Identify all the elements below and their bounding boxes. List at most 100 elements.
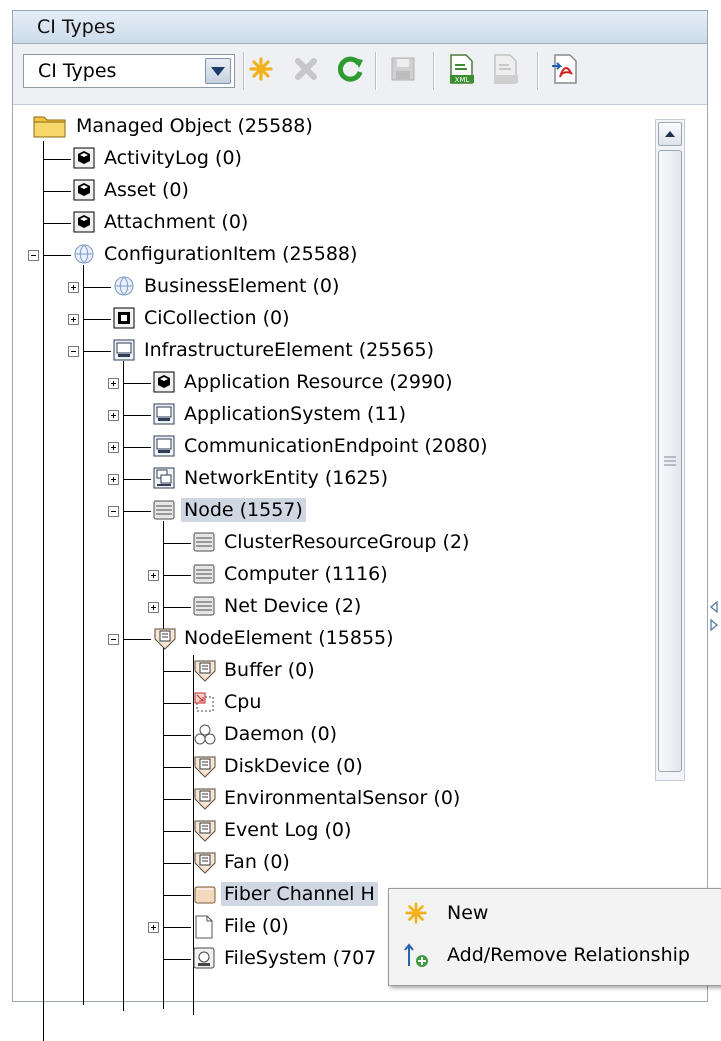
tree-node-cicollection[interactable]: CiCollection (0) <box>113 303 292 333</box>
tree-node-daemon[interactable]: Daemon (0) <box>193 719 340 749</box>
element-icon <box>193 755 216 778</box>
tree-node-managed-object[interactable]: Managed Object (25588) <box>33 111 316 141</box>
monitor-icon <box>113 339 135 361</box>
ci-type-tree[interactable]: Managed Object (25588) ActivityLog (0) Ass… <box>13 105 707 1041</box>
tree-node-label: ActivityLog (0) <box>104 147 242 169</box>
new-button[interactable] <box>244 52 278 86</box>
ci-types-combo[interactable]: CI Types <box>23 54 235 88</box>
panel-splitter[interactable] <box>708 598 720 638</box>
tree-node-environmentalsensor[interactable]: EnvironmentalSensor (0) <box>193 783 463 813</box>
tree-node-networkentity[interactable]: NetworkEntity (1625) <box>153 463 391 493</box>
tree-connector <box>163 767 191 768</box>
menu-item-add-remove-relationship[interactable]: Add/Remove Relationship <box>389 935 721 975</box>
scrollbar-thumb[interactable] <box>658 150 682 772</box>
tree-node-buffer[interactable]: Buffer (0) <box>193 655 318 685</box>
tree-node-application-resource[interactable]: Application Resource (2990) <box>153 367 456 397</box>
tree-connector <box>163 735 191 736</box>
expand-toggle-icon[interactable] <box>148 922 159 933</box>
delete-button[interactable] <box>289 52 323 86</box>
tree-node-label: Fiber Channel H <box>221 882 378 906</box>
collapse-toggle-icon[interactable] <box>68 346 79 357</box>
tree-connector <box>163 799 191 800</box>
menu-item-label: Add/Remove Relationship <box>447 944 690 966</box>
expand-toggle-icon[interactable] <box>68 314 79 325</box>
tree-node-node[interactable]: Node (1557) <box>153 495 306 525</box>
tree-node-cpu[interactable]: Cpu <box>193 687 264 717</box>
tree-node-label: Event Log (0) <box>224 819 352 841</box>
expand-toggle-icon[interactable] <box>68 282 79 293</box>
expand-toggle-icon[interactable] <box>108 378 119 389</box>
import-xml-button[interactable] <box>489 52 523 86</box>
server-icon <box>193 531 215 553</box>
export-pdf-button[interactable] <box>549 52 583 86</box>
tree-node-label: Fan (0) <box>224 851 290 873</box>
refresh-button[interactable] <box>333 52 367 86</box>
tree-connector <box>163 927 191 928</box>
tree-guide-line <box>83 265 84 1005</box>
tree-node-nodeelement[interactable]: NodeElement (15855) <box>153 623 397 653</box>
expand-toggle-icon[interactable] <box>108 442 119 453</box>
fiber-icon <box>193 883 216 905</box>
tree-node-filesystem-707[interactable]: FileSystem (707 <box>193 943 379 973</box>
tree-node-businesselement[interactable]: BusinessElement (0) <box>113 271 342 301</box>
tree-node-label: CiCollection (0) <box>144 307 290 329</box>
toolbar-separator <box>375 52 376 90</box>
expand-toggle-icon[interactable] <box>148 602 159 613</box>
element-icon <box>193 659 216 682</box>
tree-node-diskdevice[interactable]: DiskDevice (0) <box>193 751 366 781</box>
tree-connector <box>163 703 191 704</box>
menu-item-new[interactable]: New <box>389 893 721 933</box>
tree-node-configurationitem[interactable]: ConfigurationItem (25588) <box>73 239 360 269</box>
tree-connector <box>83 351 111 352</box>
tree-node-event-log[interactable]: Event Log (0) <box>193 815 354 845</box>
globe-icon <box>73 243 95 265</box>
tree-node-applicationsystem[interactable]: ApplicationSystem (11) <box>153 399 409 429</box>
tree-connector <box>163 895 191 896</box>
tree-node-label: DiskDevice (0) <box>224 755 363 777</box>
network-icon <box>153 467 175 489</box>
tree-node-communicationendpoint[interactable]: CommunicationEndpoint (2080) <box>153 431 491 461</box>
tree-node-activitylog[interactable]: ActivityLog (0) <box>73 143 245 173</box>
tree-node-label: Application Resource (2990) <box>184 371 453 393</box>
refresh-icon <box>337 56 363 82</box>
tree-connector <box>123 383 151 384</box>
tree-node-asset[interactable]: Asset (0) <box>73 175 192 205</box>
tree-node-computer[interactable]: Computer (1116) <box>193 559 391 589</box>
chevron-down-icon[interactable] <box>205 58 231 84</box>
tree-node-label: ClusterResourceGroup (2) <box>224 531 470 553</box>
collapse-toggle-icon[interactable] <box>108 634 119 645</box>
tree-connector <box>43 159 71 160</box>
tree-node-label: Daemon (0) <box>224 723 338 745</box>
save-button[interactable] <box>386 52 420 86</box>
toolbar-separator <box>433 52 434 90</box>
export-xml-button[interactable]: XML <box>445 52 479 86</box>
tree-node-clusterresourcegroup[interactable]: ClusterResourceGroup (2) <box>193 527 472 557</box>
panel-title: CI Types <box>37 16 116 38</box>
tree-node-infrastructureelement[interactable]: InfrastructureElement (25565) <box>113 335 437 365</box>
tree-scrollbar[interactable] <box>655 119 685 781</box>
import-xml-icon <box>494 54 518 84</box>
monitor-icon <box>153 403 175 425</box>
collapse-toggle-icon[interactable] <box>108 506 119 517</box>
tree-node-fan[interactable]: Fan (0) <box>193 847 293 877</box>
context-menu: New Add/Remove Relationship <box>388 888 721 986</box>
globe-icon <box>113 275 135 297</box>
tree-node-attachment[interactable]: Attachment (0) <box>73 207 251 237</box>
disk-icon <box>193 947 215 969</box>
expand-toggle-icon[interactable] <box>148 570 159 581</box>
tree-node-label: ApplicationSystem (11) <box>184 403 407 425</box>
cpu-icon <box>193 691 215 713</box>
element-icon <box>193 787 216 810</box>
tree-node-fiber-channel-h[interactable]: Fiber Channel H <box>193 879 378 909</box>
tree-node-label: Computer (1116) <box>224 563 388 585</box>
scroll-up-button[interactable] <box>658 122 682 146</box>
tree-node-label: ConfigurationItem (25588) <box>104 243 358 265</box>
ci-types-panel: CI Types CI Types XML Managed Object (25… <box>12 10 708 1041</box>
server-icon <box>193 595 215 617</box>
expand-toggle-icon[interactable] <box>108 474 119 485</box>
tree-node-net-device[interactable]: Net Device (2) <box>193 591 364 621</box>
expand-toggle-icon[interactable] <box>108 410 119 421</box>
daemon-icon <box>193 723 216 745</box>
tree-node-file[interactable]: File (0) <box>193 911 292 941</box>
collapse-toggle-icon[interactable] <box>28 250 39 261</box>
